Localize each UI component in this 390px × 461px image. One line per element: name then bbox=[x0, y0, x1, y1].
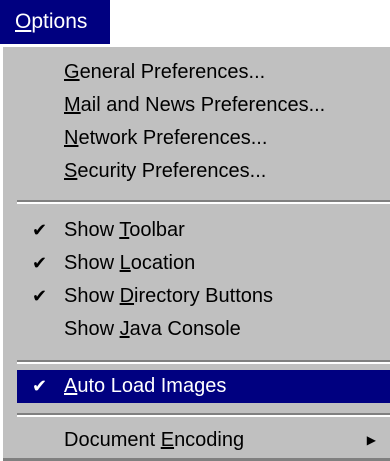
label-prefix: Show bbox=[64, 252, 120, 274]
label-prefix: Show bbox=[64, 285, 120, 307]
label-prefix: Show bbox=[64, 318, 120, 340]
label-rest: eneral Preferences... bbox=[79, 61, 266, 83]
menu-item-show-java-console[interactable]: Show Java Console bbox=[17, 313, 390, 346]
mnemonic-letter: G bbox=[64, 61, 80, 83]
label-rest: uto Load Images bbox=[77, 375, 227, 397]
mnemonic-letter: N bbox=[64, 127, 79, 149]
submenu-arrow-icon: ▶ bbox=[366, 433, 376, 447]
menu-item-label: Show Java Console bbox=[64, 313, 241, 346]
menu-separator bbox=[17, 360, 390, 364]
mnemonic-letter: M bbox=[64, 94, 81, 116]
menu-separator bbox=[17, 413, 390, 417]
menu-item-mail-news-preferences[interactable]: Mail and News Preferences... bbox=[17, 89, 390, 122]
options-menu-title[interactable]: Options bbox=[0, 0, 110, 44]
menu-item-network-preferences[interactable]: Network Preferences... bbox=[17, 122, 390, 155]
checkmark-icon: ✔ bbox=[32, 286, 48, 306]
mnemonic-letter: T bbox=[119, 219, 130, 241]
menu-item-label: Security Preferences... bbox=[64, 155, 266, 188]
menu-title-mnemonic: O bbox=[15, 10, 32, 33]
options-dropdown: General Preferences... Mail and News Pre… bbox=[0, 44, 390, 461]
menu-item-label: Mail and News Preferences... bbox=[64, 89, 325, 122]
label-rest: irectory Buttons bbox=[134, 285, 273, 307]
mnemonic-letter: D bbox=[119, 285, 135, 307]
menu-item-label: Show Location bbox=[64, 247, 195, 280]
label-rest: ocation bbox=[130, 252, 196, 274]
checkmark-icon: ✔ bbox=[32, 376, 48, 396]
menu-item-show-location[interactable]: ✔ Show Location bbox=[17, 247, 390, 280]
label-rest: etwork Preferences... bbox=[78, 127, 268, 149]
label-rest: ail and News Preferences... bbox=[80, 94, 326, 116]
menu-title-rest: ptions bbox=[31, 10, 88, 33]
label-rest: ava Console bbox=[129, 318, 241, 340]
label-prefix: Show bbox=[64, 219, 120, 241]
menu-item-label: Show Toolbar bbox=[64, 214, 185, 247]
checkmark-icon: ✔ bbox=[32, 253, 48, 273]
label-rest: ecurity Preferences... bbox=[77, 160, 267, 182]
menu-item-auto-load-images[interactable]: ✔ Auto Load Images bbox=[17, 370, 390, 403]
mnemonic-letter: S bbox=[64, 160, 78, 182]
label-rest: oolbar bbox=[129, 219, 185, 241]
menu-item-label: Document Encoding bbox=[64, 424, 244, 457]
label-prefix: Document bbox=[64, 429, 161, 451]
label-rest: ncoding bbox=[174, 429, 245, 451]
menu-separator bbox=[17, 200, 390, 204]
menu-item-label: General Preferences... bbox=[64, 56, 265, 89]
mnemonic-letter: E bbox=[160, 429, 175, 451]
menu-item-label: Network Preferences... bbox=[64, 122, 267, 155]
options-menu: Options General Preferences... Mail and … bbox=[0, 0, 390, 461]
menu-item-general-preferences[interactable]: General Preferences... bbox=[17, 56, 390, 89]
menu-item-label: Show Directory Buttons bbox=[64, 280, 273, 313]
menu-item-label: Auto Load Images bbox=[64, 370, 226, 403]
menu-item-document-encoding[interactable]: Document Encoding ▶ bbox=[17, 424, 390, 457]
mnemonic-letter: J bbox=[119, 318, 130, 340]
mnemonic-letter: A bbox=[64, 375, 78, 397]
mnemonic-letter: L bbox=[119, 252, 131, 274]
menu-item-show-toolbar[interactable]: ✔ Show Toolbar bbox=[17, 214, 390, 247]
menu-item-security-preferences[interactable]: Security Preferences... bbox=[17, 155, 390, 188]
checkmark-icon: ✔ bbox=[32, 220, 48, 240]
menu-item-show-directory-buttons[interactable]: ✔ Show Directory Buttons bbox=[17, 280, 390, 313]
